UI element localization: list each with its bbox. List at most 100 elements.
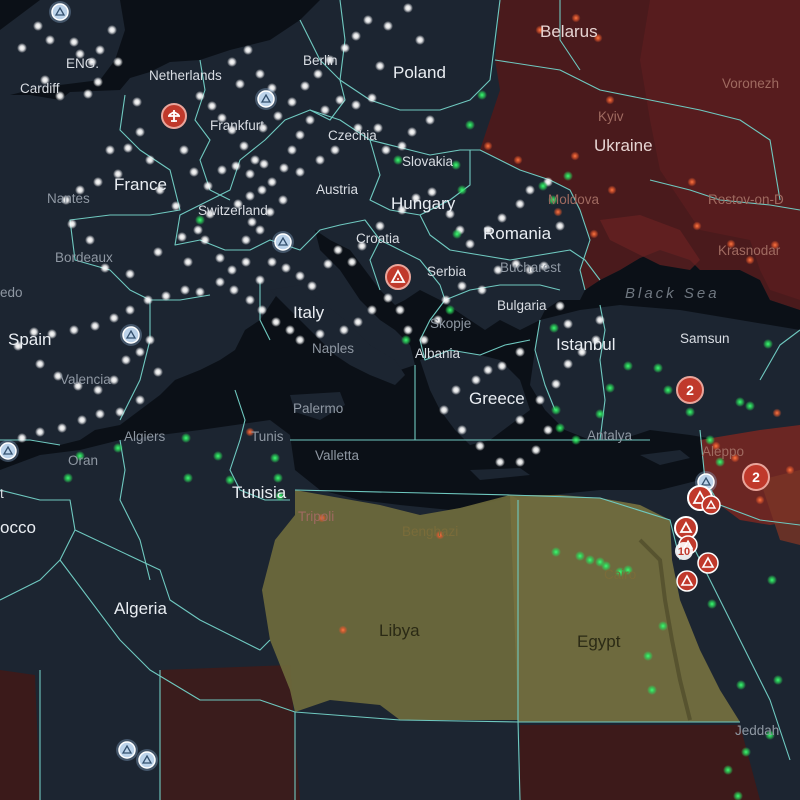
event-dot-green — [585, 555, 595, 565]
city-dot — [375, 61, 385, 71]
cluster-badge[interactable]: 2 — [742, 463, 770, 491]
label-france: France — [114, 175, 167, 194]
cluster-badge-large[interactable]: 10 — [675, 542, 693, 560]
city-dot — [195, 287, 205, 297]
city-dot — [419, 335, 429, 345]
city-dot — [229, 285, 239, 295]
city-dot — [451, 385, 461, 395]
event-dot-green — [763, 339, 773, 349]
event-dot-orange — [785, 465, 795, 475]
city-dot — [35, 359, 45, 369]
label-cardiff: Cardiff — [20, 81, 60, 96]
city-dot — [267, 257, 277, 267]
city-dot — [171, 201, 181, 211]
event-dot-orange — [570, 151, 580, 161]
city-dot — [323, 259, 333, 269]
city-dot — [441, 295, 451, 305]
city-dot — [255, 275, 265, 285]
event-dot-green — [549, 323, 559, 333]
city-dot — [203, 181, 213, 191]
city-dot — [287, 97, 297, 107]
city-dot — [397, 141, 407, 151]
city-dot — [295, 335, 305, 345]
city-dot — [105, 145, 115, 155]
city-dot — [83, 89, 93, 99]
city-dot — [563, 319, 573, 329]
label-jeddah: Jeddah — [735, 723, 779, 738]
event-dot-green — [401, 335, 411, 345]
location-ring-icon[interactable] — [49, 1, 71, 23]
alert-triangle-icon[interactable] — [697, 552, 719, 574]
event-dot-green — [551, 405, 561, 415]
event-dot-green — [663, 385, 673, 395]
event-dot-green — [741, 747, 751, 757]
city-dot — [121, 355, 131, 365]
city-dot — [551, 379, 561, 389]
location-ring-icon[interactable] — [136, 749, 158, 771]
label-slovakia: Slovakia — [402, 154, 454, 169]
label-bulgaria: Bulgaria — [497, 298, 547, 313]
event-dot-green — [773, 675, 783, 685]
event-dot-green — [647, 685, 657, 695]
location-ring-icon[interactable] — [116, 739, 138, 761]
label-ukraine: Ukraine — [594, 136, 653, 155]
zone-west-africa — [0, 670, 40, 800]
location-ring-icon[interactable] — [255, 88, 277, 110]
event-dot-green — [707, 599, 717, 609]
city-dot — [255, 69, 265, 79]
alert-triangle-icon[interactable] — [385, 264, 411, 290]
event-dot-green — [538, 181, 548, 191]
city-dot — [215, 253, 225, 263]
city-dot — [555, 221, 565, 231]
city-dot — [307, 281, 317, 291]
event-dot-orange — [772, 408, 782, 418]
label-samsun: Samsun — [680, 331, 730, 346]
city-dot — [367, 93, 377, 103]
city-dot — [515, 457, 525, 467]
city-dot — [320, 105, 330, 115]
city-dot — [33, 21, 43, 31]
event-dot-green — [551, 547, 561, 557]
label-valencia: Valencia — [60, 372, 111, 387]
city-dot — [330, 145, 340, 155]
city-dot — [259, 159, 269, 169]
city-dot — [135, 395, 145, 405]
city-dot — [183, 257, 193, 267]
city-dot — [515, 415, 525, 425]
city-dot — [313, 69, 323, 79]
alert-triangle-icon[interactable] — [701, 495, 721, 515]
city-dot — [125, 269, 135, 279]
label-morocco-partial: occo — [0, 518, 36, 537]
event-dot-green — [575, 551, 585, 561]
airplane-icon[interactable] — [161, 103, 187, 129]
city-dot — [531, 445, 541, 455]
alert-triangle-icon[interactable] — [676, 570, 698, 592]
city-dot — [193, 225, 203, 235]
city-dot — [247, 217, 257, 227]
label-belarus: Belarus — [540, 22, 598, 41]
cluster-badge[interactable]: 2 — [676, 376, 704, 404]
zone-libya — [262, 490, 520, 720]
location-ring-icon[interactable] — [272, 231, 294, 253]
event-dot-green — [723, 765, 733, 775]
city-dot — [207, 101, 217, 111]
city-dot — [347, 257, 357, 267]
label-switzerland: Switzerland — [198, 203, 268, 218]
city-dot — [189, 167, 199, 177]
label-serbia: Serbia — [427, 264, 467, 279]
location-ring-icon[interactable] — [120, 324, 142, 346]
city-dot — [93, 177, 103, 187]
city-dot — [17, 43, 27, 53]
label-albania: Albania — [415, 346, 461, 361]
world-map[interactable]: Belarus Poland Ukraine Czechia Slovakia … — [0, 0, 800, 800]
city-dot — [135, 127, 145, 137]
city-dot — [515, 199, 525, 209]
city-dot — [257, 185, 267, 195]
event-dot-green — [767, 575, 777, 585]
city-dot — [477, 285, 487, 295]
city-dot — [200, 235, 210, 245]
event-dot-orange — [483, 141, 493, 151]
label-voronezh: Voronezh — [722, 76, 779, 91]
event-dot-green — [623, 361, 633, 371]
city-dot — [439, 405, 449, 415]
